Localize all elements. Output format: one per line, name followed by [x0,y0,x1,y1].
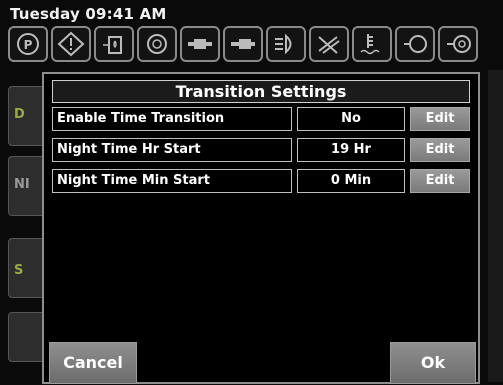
edit-button-night-time-min-start[interactable]: Edit [410,169,470,193]
cancel-button[interactable]: Cancel [49,342,137,384]
cable-icon [223,26,263,62]
setting-row-night-time-min-start: Night Time Min Start 0 Min Edit [52,169,470,193]
warning-icon [51,26,91,62]
transition-settings-dialog: Transition Settings Enable Time Transiti… [42,72,480,384]
date-time: Tuesday 09:41 AM [10,5,167,23]
edit-button-enable-time-transition[interactable]: Edit [410,107,470,131]
ok-button[interactable]: Ok [390,342,476,384]
svg-text:P: P [24,38,33,52]
engine-icon [137,26,177,62]
fluid-level-icon [395,26,435,62]
background-right-strip [488,70,503,382]
filter-icon [438,26,478,62]
fuel-filter-icon [94,26,134,62]
setting-row-night-time-hr-start: Night Time Hr Start 19 Hr Edit [52,138,470,162]
wiper-icon [309,26,349,62]
setting-label: Enable Time Transition [52,107,292,131]
dialog-title: Transition Settings [52,80,470,103]
coolant-icon [352,26,392,62]
headlamp-icon [266,26,306,62]
setting-row-enable-time-transition: Enable Time Transition No Edit [52,107,470,131]
telltale-row: P [8,26,503,62]
battery-connector-icon [180,26,220,62]
status-bar: Tuesday 09:41 AM [0,0,503,28]
setting-value: 0 Min [297,169,405,193]
setting-value: 19 Hr [297,138,405,162]
setting-label: Night Time Hr Start [52,138,292,162]
edit-button-night-time-hr-start[interactable]: Edit [410,138,470,162]
setting-value: No [297,107,405,131]
parking-brake-icon: P [8,26,48,62]
setting-label: Night Time Min Start [52,169,292,193]
